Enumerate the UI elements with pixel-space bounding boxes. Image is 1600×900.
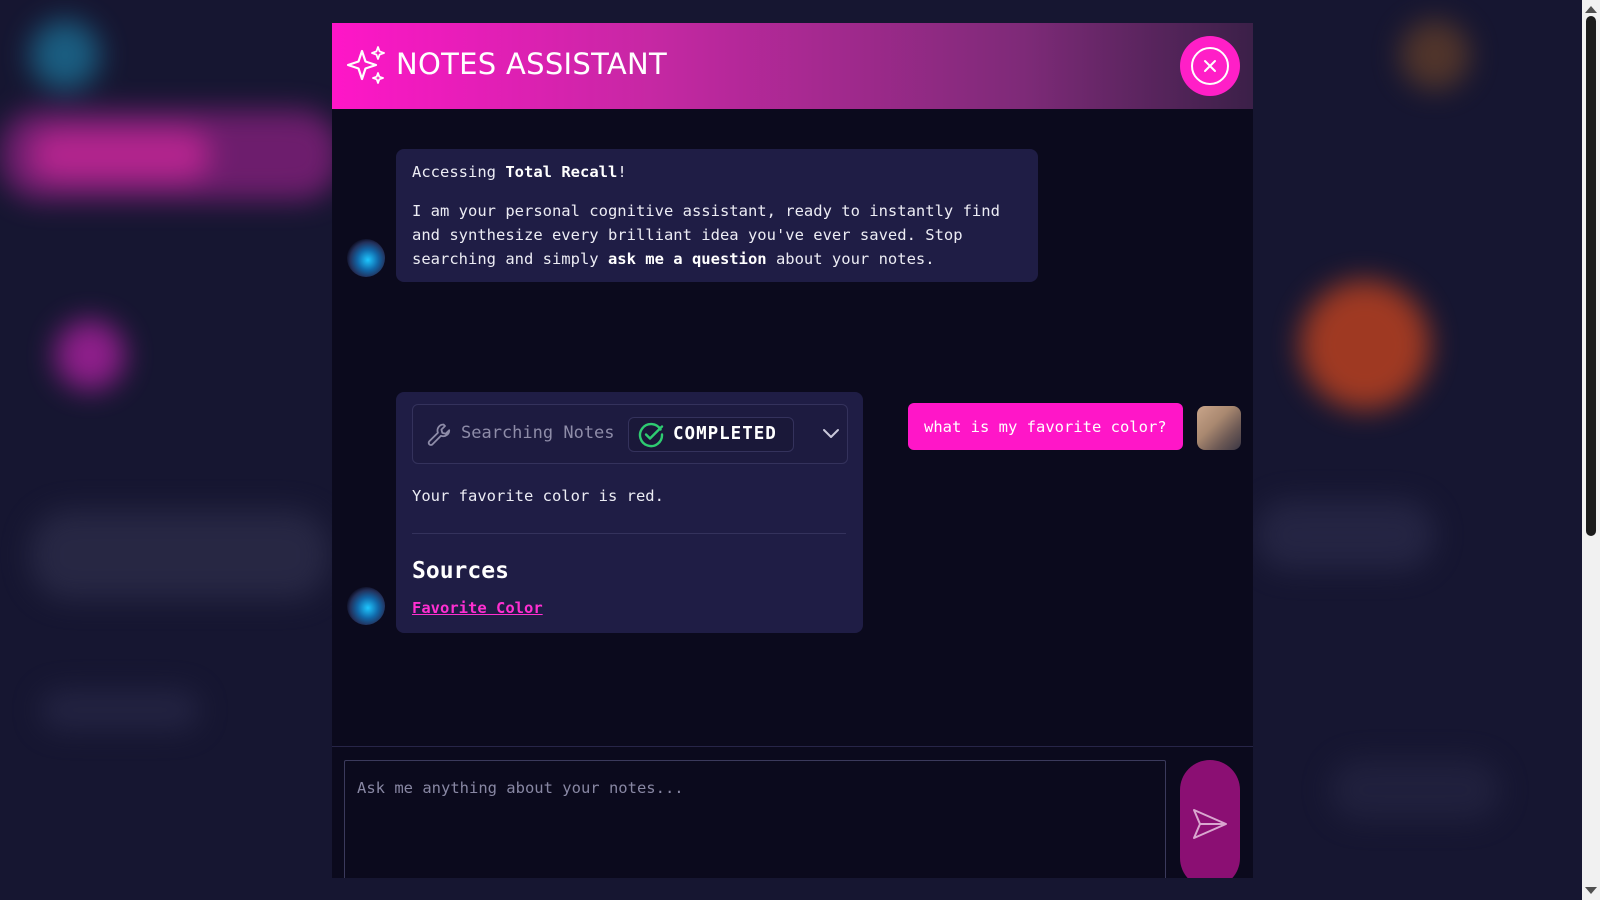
sources-heading: Sources <box>412 558 509 584</box>
chat-messages[interactable]: Accessing Total Recall! I am your person… <box>332 109 1253 746</box>
scroll-down-arrow-icon[interactable] <box>1585 887 1597 894</box>
user-avatar <box>1197 406 1241 450</box>
total-recall-text: Total Recall <box>505 163 618 181</box>
source-link[interactable]: Favorite Color <box>412 599 543 617</box>
welcome-body: I am your personal cognitive assistant, … <box>412 202 1000 268</box>
send-icon <box>1193 809 1227 839</box>
notes-assistant-dialog: NOTES ASSISTANT Accessing Total Recall! … <box>332 23 1253 878</box>
status-badge: COMPLETED <box>628 417 794 452</box>
close-button[interactable] <box>1180 36 1240 96</box>
tool-name: Searching Notes <box>461 423 615 443</box>
sparkles-icon <box>346 46 385 84</box>
scroll-up-arrow-icon[interactable] <box>1585 6 1597 13</box>
message-composer <box>332 746 1253 878</box>
assistant-response-message: Searching Notes COMPLETED Your favorite … <box>396 392 863 633</box>
wrench-icon <box>427 423 451 446</box>
send-button[interactable] <box>1180 760 1240 878</box>
user-message: what is my favorite color? <box>908 403 1183 450</box>
check-circle-icon <box>638 422 664 448</box>
scrollbar-thumb[interactable] <box>1586 16 1596 536</box>
assistant-welcome-message: Accessing Total Recall! I am your person… <box>396 149 1038 282</box>
status-label: COMPLETED <box>673 424 777 444</box>
assistant-avatar <box>347 587 385 625</box>
page-scrollbar[interactable] <box>1582 0 1600 900</box>
close-circle-icon <box>1191 47 1229 85</box>
chevron-down-icon[interactable] <box>822 427 840 441</box>
divider <box>412 533 846 534</box>
assistant-avatar <box>347 239 385 277</box>
dialog-header: NOTES ASSISTANT <box>332 23 1253 109</box>
tool-call-panel[interactable]: Searching Notes COMPLETED <box>412 404 848 464</box>
message-input[interactable] <box>344 760 1166 878</box>
answer-text: Your favorite color is red. <box>412 487 664 505</box>
dialog-title: NOTES ASSISTANT <box>396 47 668 81</box>
welcome-intro: Accessing Total Recall! <box>412 163 627 181</box>
ask-question-text: ask me a question <box>607 250 767 268</box>
